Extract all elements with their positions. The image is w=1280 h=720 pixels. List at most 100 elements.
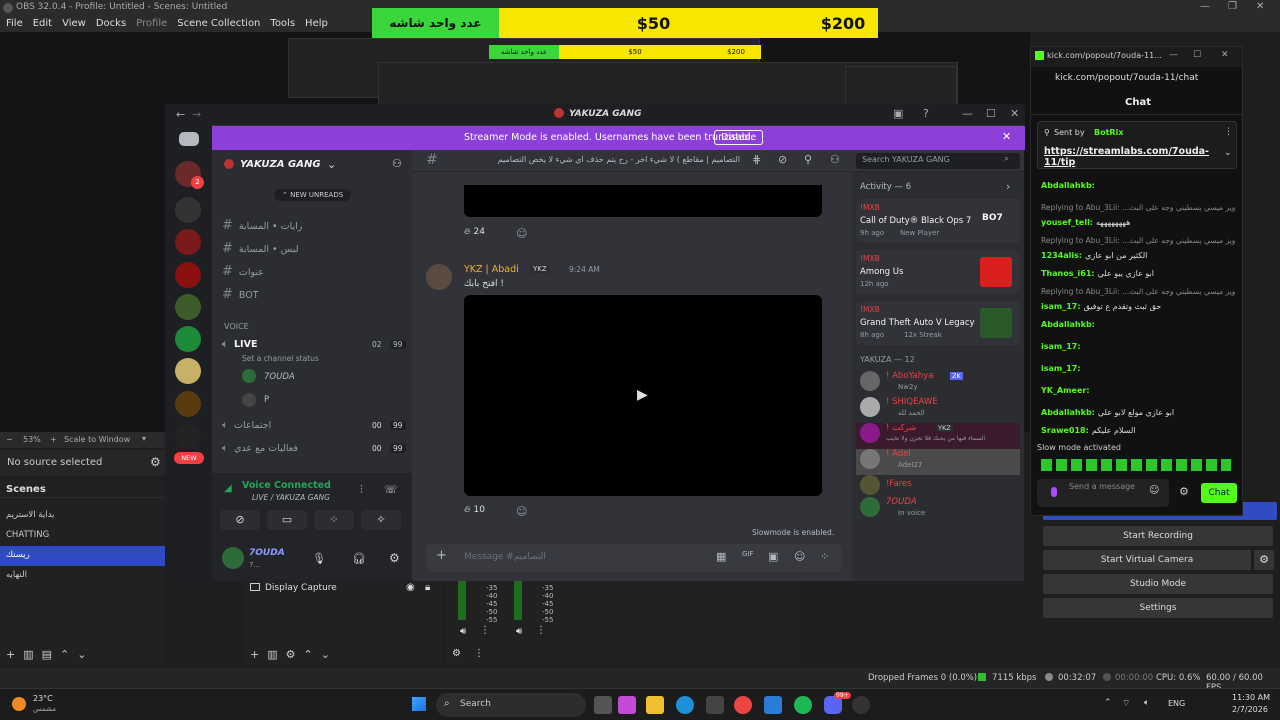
windows-start-icon[interactable] — [412, 697, 426, 711]
more-icon[interactable]: ⋮ — [1224, 127, 1233, 137]
search-input[interactable]: Search YAKUZA GANG ⌕ — [856, 153, 1020, 169]
back-icon[interactable]: ← — [176, 108, 185, 121]
menu-view[interactable]: View — [62, 18, 86, 29]
screen-share-button[interactable]: ▭ — [267, 510, 307, 530]
scale-select[interactable]: Scale to Window — [64, 435, 130, 444]
server-avatar[interactable] — [175, 326, 201, 352]
message-composer[interactable]: + Message #التصاميم ▦ GIF ▣ ☺ ⁘ — [426, 544, 842, 572]
add-attachment-icon[interactable]: + — [436, 548, 447, 563]
pinned-message[interactable]: ⚲ Sent by BotRix ⋮ https://streamlabs.co… — [1037, 121, 1237, 169]
apps-icon[interactable]: ⁘ — [820, 550, 829, 563]
user-avatar[interactable] — [222, 547, 244, 569]
speaker-icon[interactable]: 🔊︎ — [516, 626, 522, 637]
obs-icon[interactable] — [852, 696, 870, 714]
chat-username[interactable]: Srawe018: — [1041, 426, 1089, 435]
more-icon[interactable]: ⋮ — [480, 625, 490, 636]
threads-icon[interactable]: ⋕ — [752, 153, 761, 166]
message-author[interactable]: YKZ | Abadi — [464, 264, 519, 275]
disable-button[interactable]: Disable — [714, 130, 764, 145]
studio-mode-button[interactable]: Studio Mode — [1043, 574, 1273, 594]
username[interactable]: 7OUDA — [249, 548, 285, 558]
menu-edit[interactable]: Edit — [33, 18, 52, 29]
chat-username[interactable]: Abdallahkb: — [1041, 320, 1095, 329]
menu-profile[interactable]: Profile — [136, 18, 167, 29]
server-name[interactable]: YAKUZA GANG — [240, 159, 321, 170]
gear-icon[interactable]: ⚙ — [1179, 485, 1189, 498]
minimize-icon[interactable]: — — [1169, 50, 1178, 60]
emoji-icon[interactable]: ☺ — [794, 550, 805, 563]
chat-username[interactable]: YK_Ameer: — [1041, 386, 1090, 395]
speaker-icon[interactable]: 🔊︎ — [460, 626, 466, 637]
chat-username[interactable]: isam_17: — [1041, 364, 1081, 373]
settings-button[interactable]: Settings — [1043, 598, 1273, 618]
voice-location[interactable]: LIVE / YAKUZA GANG — [252, 493, 330, 502]
pinned-user[interactable]: BotRix — [1094, 128, 1123, 137]
play-icon[interactable]: ▶ — [637, 387, 648, 403]
member-item[interactable]: ! Adel Adel27 — [856, 449, 1020, 475]
server-avatar[interactable] — [175, 423, 201, 449]
chat-username[interactable]: yousef_tell: — [1041, 218, 1093, 227]
taskbar-search[interactable]: ⌕ Search — [436, 693, 586, 717]
emoji-icon[interactable]: ☺ — [1149, 485, 1159, 496]
close-icon[interactable]: ✕ — [1221, 50, 1229, 60]
message-input[interactable]: Message #التصاميم — [464, 552, 546, 562]
more-icon[interactable]: ⋮ — [536, 625, 546, 636]
down-icon[interactable]: ⌄ — [321, 648, 338, 661]
scene-item-selected[interactable]: ريستك — [0, 546, 165, 566]
gear-icon[interactable]: ⚙ — [1254, 550, 1274, 570]
gear-icon[interactable]: ⚙ — [452, 648, 461, 659]
server-avatar[interactable] — [175, 294, 201, 320]
disconnect-icon[interactable]: ☏ — [384, 483, 398, 496]
clock-time[interactable]: 11:30 AM — [1232, 693, 1270, 702]
channel-item[interactable]: # BOT — [222, 287, 259, 302]
gear-icon[interactable]: ⚙ — [150, 455, 161, 469]
chat-username[interactable]: Abdallahkb: — [1041, 408, 1095, 417]
member-item[interactable]: ! شركت YKZ السماء فيها من يحبك فلا تحزن ول… — [856, 423, 1020, 449]
network-icon[interactable]: ⌔ — [1122, 698, 1130, 709]
chat-username[interactable]: 1234alis: — [1041, 251, 1082, 260]
gear-icon[interactable]: ⚙ — [389, 551, 400, 565]
microphone-icon[interactable]: 🎙︎ — [312, 552, 326, 565]
voice-connected[interactable]: Voice Connected — [242, 480, 331, 491]
chat-username[interactable]: isam_17: — [1041, 342, 1081, 351]
add-icon[interactable]: + — [250, 648, 267, 661]
voice-category[interactable]: VOICE — [224, 322, 249, 331]
discord-home-icon[interactable] — [179, 132, 199, 146]
copilot-icon[interactable] — [618, 696, 636, 714]
gif-icon[interactable]: GIF — [742, 550, 754, 558]
inbox-icon[interactable]: ▣ — [893, 107, 903, 120]
add-reaction-icon[interactable]: ☺ — [516, 505, 527, 518]
source-item[interactable]: Display Capture — [265, 583, 337, 593]
close-icon[interactable]: ✕ — [1256, 1, 1264, 12]
channel-item[interactable]: # لبس • المسابة — [222, 241, 299, 256]
chat-username[interactable]: isam_17: — [1041, 302, 1081, 311]
chat-username[interactable]: Thanos_i61: — [1041, 269, 1095, 278]
server-avatar[interactable] — [175, 391, 201, 417]
voice-member[interactable]: 7OUDA — [264, 372, 295, 382]
pinned-link[interactable]: https://streamlabs.com/7ouda-11/tip — [1044, 146, 1236, 168]
menu-tools[interactable]: Tools — [270, 18, 295, 29]
member-item[interactable]: ! AboYahya ZK Nw2y — [860, 371, 1020, 397]
minimize-icon[interactable]: — — [962, 107, 973, 120]
maximize-icon[interactable]: ☐ — [1193, 50, 1201, 60]
file-explorer-icon[interactable] — [646, 696, 664, 714]
pin-icon[interactable]: ⚲ — [804, 153, 812, 166]
menu-docks[interactable]: Docks — [96, 18, 126, 29]
volume-icon[interactable]: 🔈︎ — [1144, 698, 1149, 708]
voice-channel[interactable]: 🔈︎ فعاليات مع عدي — [222, 443, 298, 454]
server-avatar[interactable] — [175, 358, 201, 384]
scene-item[interactable]: النهايه — [0, 566, 165, 586]
activity-card[interactable]: !MXB Among Us 12h ago — [856, 250, 1020, 294]
chevron-right-icon[interactable]: › — [1006, 180, 1010, 193]
channel-topic[interactable]: التصاميم | مقاطع ) لا شيء اخر - رح يتم ح… — [460, 155, 740, 164]
filter-icon[interactable]: ▤ — [42, 648, 60, 661]
zoom-in-icon[interactable]: + — [50, 435, 57, 444]
zoom-out-icon[interactable]: − — [6, 435, 13, 444]
emote-bar[interactable] — [1041, 459, 1231, 471]
avatar[interactable] — [426, 264, 452, 290]
spotify-icon[interactable] — [794, 696, 812, 714]
close-icon[interactable]: ✕ — [1002, 130, 1011, 143]
chevron-down-icon[interactable]: ▾ — [142, 434, 146, 443]
trash-icon[interactable]: ▥ — [267, 648, 285, 661]
soundwave-icon[interactable]: ⫶ — [360, 483, 363, 497]
